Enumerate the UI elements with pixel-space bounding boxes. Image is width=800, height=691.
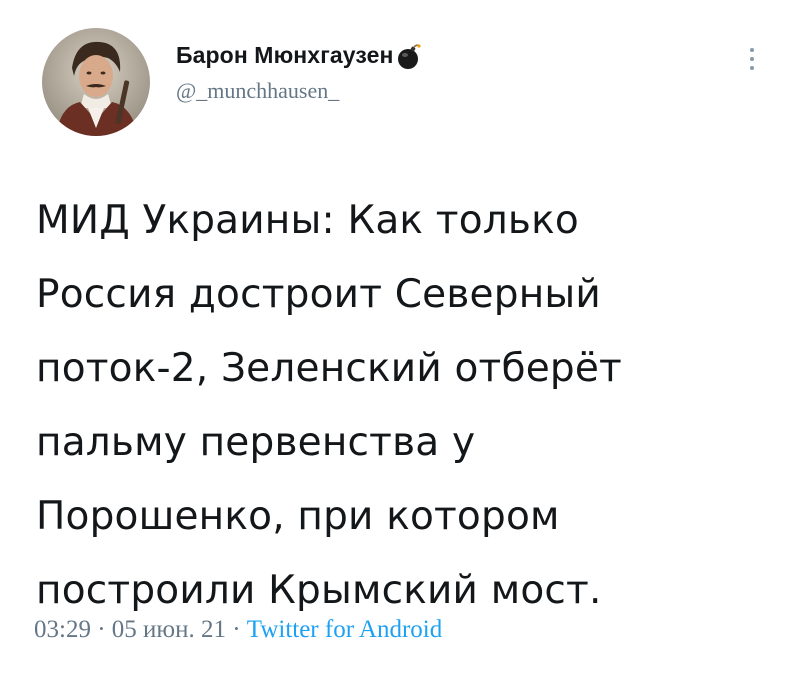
tweet-card: Барон Мюнхгаузен @_munchhausen_ МИД Укра… <box>0 0 800 691</box>
author-handle[interactable]: @_munchhausen_ <box>176 78 421 104</box>
menu-dot <box>750 48 754 52</box>
display-name-text: Барон Мюнхгаузен <box>176 41 394 68</box>
avatar[interactable] <box>42 28 150 136</box>
tweet-text: МИД Украины: Как только Россия достроит … <box>36 198 622 613</box>
tweet-metadata: 03:29 · 05 июн. 21 · Twitter for Android <box>34 616 442 644</box>
meta-separator: · <box>97 616 106 643</box>
meta-separator: · <box>232 616 241 643</box>
author-display-name[interactable]: Барон Мюнхгаузен <box>176 40 422 70</box>
more-vertical-icon[interactable] <box>740 42 764 76</box>
bomb-icon <box>397 44 422 70</box>
tweet-time[interactable]: 03:29 <box>34 616 91 643</box>
menu-dot <box>750 57 754 61</box>
author-info: Барон Мюнхгаузен @_munchhausen_ <box>176 40 422 104</box>
tweet-source-link[interactable]: Twitter for Android <box>247 616 442 643</box>
tweet-date[interactable]: 05 июн. 21 <box>112 616 226 643</box>
menu-dot <box>750 66 754 70</box>
